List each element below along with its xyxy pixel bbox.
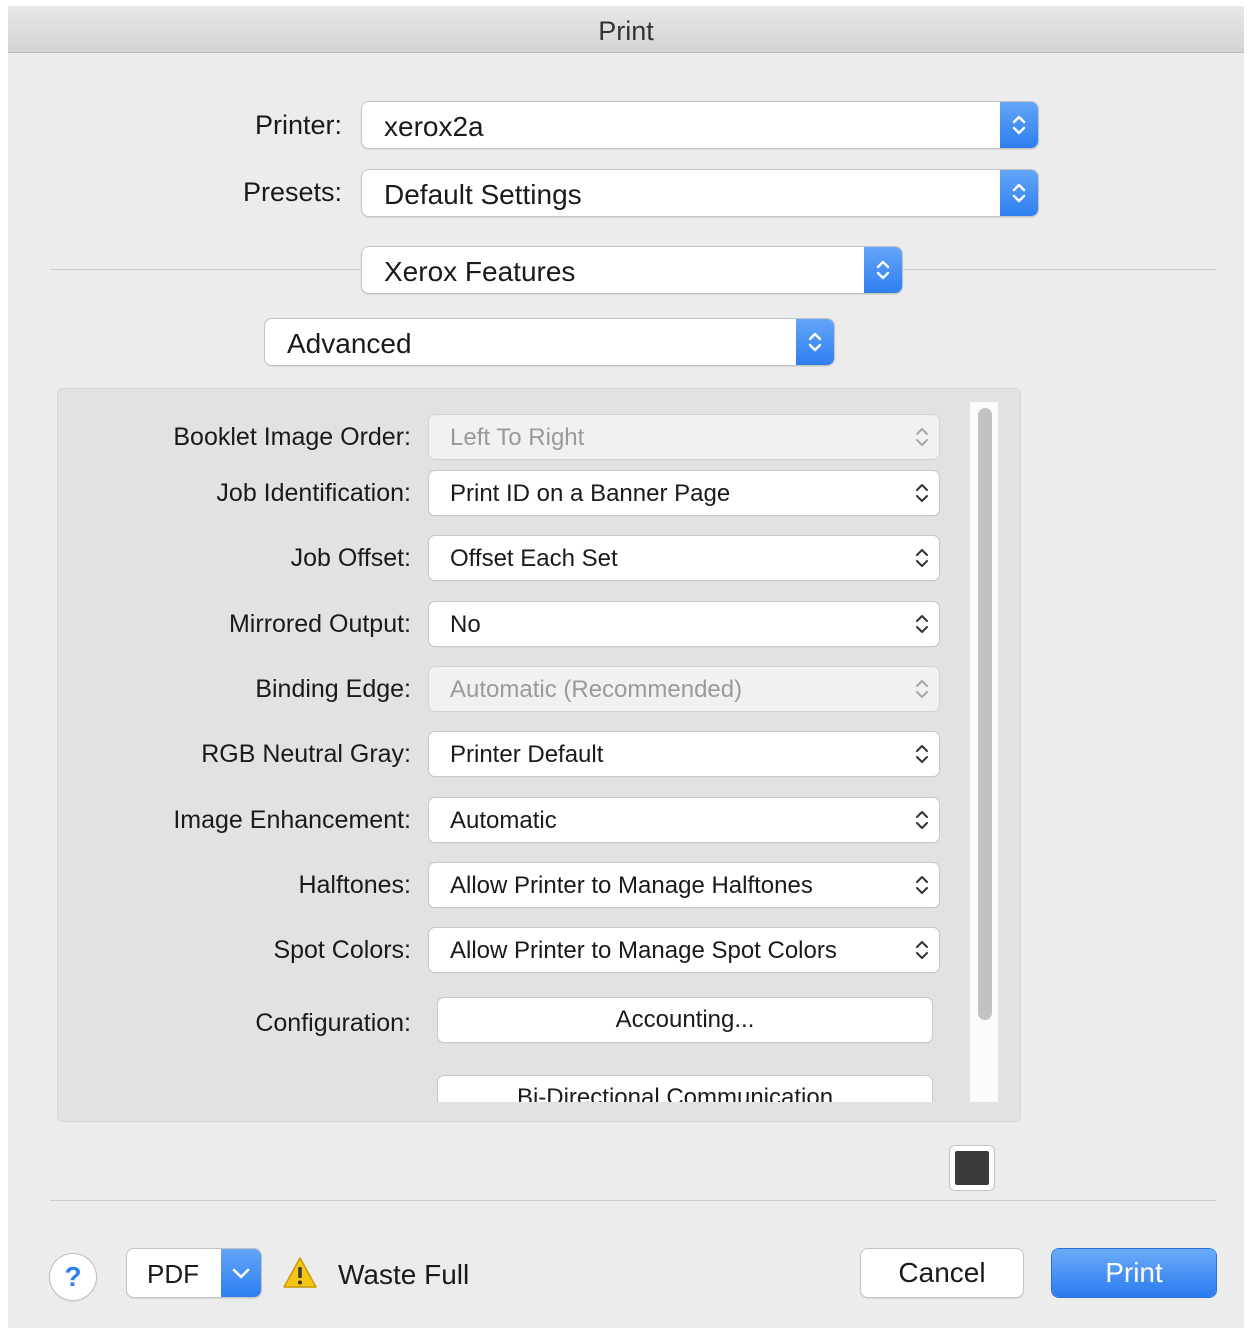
mirrored-output-select[interactable]: No <box>429 602 939 646</box>
presets-popup[interactable]: Default Settings <box>362 170 1038 216</box>
up-down-arrows-icon <box>916 428 928 446</box>
job-identification-select[interactable]: Print ID on a Banner Page <box>429 471 939 515</box>
up-down-arrows-icon <box>916 811 928 829</box>
up-down-arrows-icon <box>916 745 928 763</box>
presets-label: Presets: <box>242 177 342 207</box>
rgb-neutral-gray-select[interactable]: Printer Default <box>429 732 939 776</box>
presets-value: Default Settings <box>384 179 582 210</box>
warning-icon <box>283 1257 317 1288</box>
spot-colors-select[interactable]: Allow Printer to Manage Spot Colors <box>429 928 939 972</box>
accounting-button[interactable]: Accounting... <box>438 998 932 1042</box>
features-panel: Booklet Image Order: Left To Right Job I… <box>57 388 1021 1122</box>
scrollbar-thumb[interactable] <box>978 408 992 1020</box>
feature-label: Halftones: <box>298 871 411 899</box>
up-down-arrows-icon <box>916 941 928 959</box>
subsection-value: Advanced <box>287 328 412 359</box>
popup-arrows-icon <box>796 319 834 365</box>
feature-value: Left To Right <box>450 424 585 451</box>
feature-value: Automatic <box>450 807 557 834</box>
feature-value: Allow Printer to Manage Spot Colors <box>450 937 837 964</box>
feature-label: Binding Edge: <box>255 675 411 703</box>
chevron-down-icon <box>221 1249 261 1297</box>
printer-popup[interactable]: xerox2a <box>362 102 1038 148</box>
feature-value: Offset Each Set <box>450 545 618 572</box>
title-bar[interactable]: Print <box>8 6 1244 53</box>
printer-status-text: Waste Full <box>338 1259 470 1290</box>
up-down-arrows-icon <box>916 876 928 894</box>
feature-label: Spot Colors: <box>273 936 411 964</box>
pdf-label: PDF <box>147 1259 199 1289</box>
feature-label: Job Offset: <box>290 544 411 572</box>
binding-edge-select: Automatic (Recommended) <box>429 667 939 711</box>
feature-value: Printer Default <box>450 741 604 768</box>
popup-arrows-icon <box>1000 170 1038 216</box>
cancel-button[interactable]: Cancel <box>861 1249 1023 1297</box>
printer-label: Printer: <box>254 110 342 140</box>
printer-value: xerox2a <box>384 111 484 142</box>
configuration-label: Configuration: <box>255 1009 411 1037</box>
popup-arrows-icon <box>864 247 902 293</box>
subsection-popup[interactable]: Advanced <box>265 319 834 365</box>
features-scroll-area[interactable]: Booklet Image Order: Left To Right Job I… <box>57 388 957 1102</box>
up-down-arrows-icon <box>916 549 928 567</box>
popup-arrows-icon <box>1000 102 1038 148</box>
feature-label: Booklet Image Order: <box>173 423 411 451</box>
feature-value: No <box>450 611 481 638</box>
print-button[interactable]: Print <box>1052 1249 1216 1297</box>
feature-value: Print ID on a Banner Page <box>450 480 731 507</box>
up-down-arrows-icon <box>916 680 928 698</box>
footer-divider <box>50 1200 1216 1201</box>
job-offset-select[interactable]: Offset Each Set <box>429 536 939 580</box>
feature-label: RGB Neutral Gray: <box>201 740 411 768</box>
booklet-image-order-select: Left To Right <box>429 415 939 459</box>
up-down-arrows-icon <box>916 484 928 502</box>
section-popup[interactable]: Xerox Features <box>362 247 902 293</box>
up-down-arrows-icon <box>916 615 928 633</box>
print-dialog: Print Printer: xerox2a Presets: Default … <box>8 6 1244 1328</box>
feature-value: Automatic (Recommended) <box>450 676 743 703</box>
section-value: Xerox Features <box>384 256 576 287</box>
bidirectional-communication-button[interactable]: Bi-Directional Communication... <box>438 1076 932 1102</box>
help-button[interactable]: ? <box>50 1254 96 1300</box>
color-swatch[interactable] <box>950 1146 994 1190</box>
feature-label: Mirrored Output: <box>228 610 411 638</box>
feature-value: Allow Printer to Manage Halftones <box>450 872 813 899</box>
color-swatch-fill <box>955 1151 989 1185</box>
image-enhancement-select[interactable]: Automatic <box>429 798 939 842</box>
feature-label: Job Identification: <box>216 479 411 507</box>
pdf-menu-button[interactable]: PDF <box>127 1249 261 1297</box>
halftones-select[interactable]: Allow Printer to Manage Halftones <box>429 863 939 907</box>
scrollbar[interactable] <box>970 402 998 1102</box>
window-title: Print <box>598 16 654 46</box>
feature-label: Image Enhancement: <box>173 806 411 834</box>
